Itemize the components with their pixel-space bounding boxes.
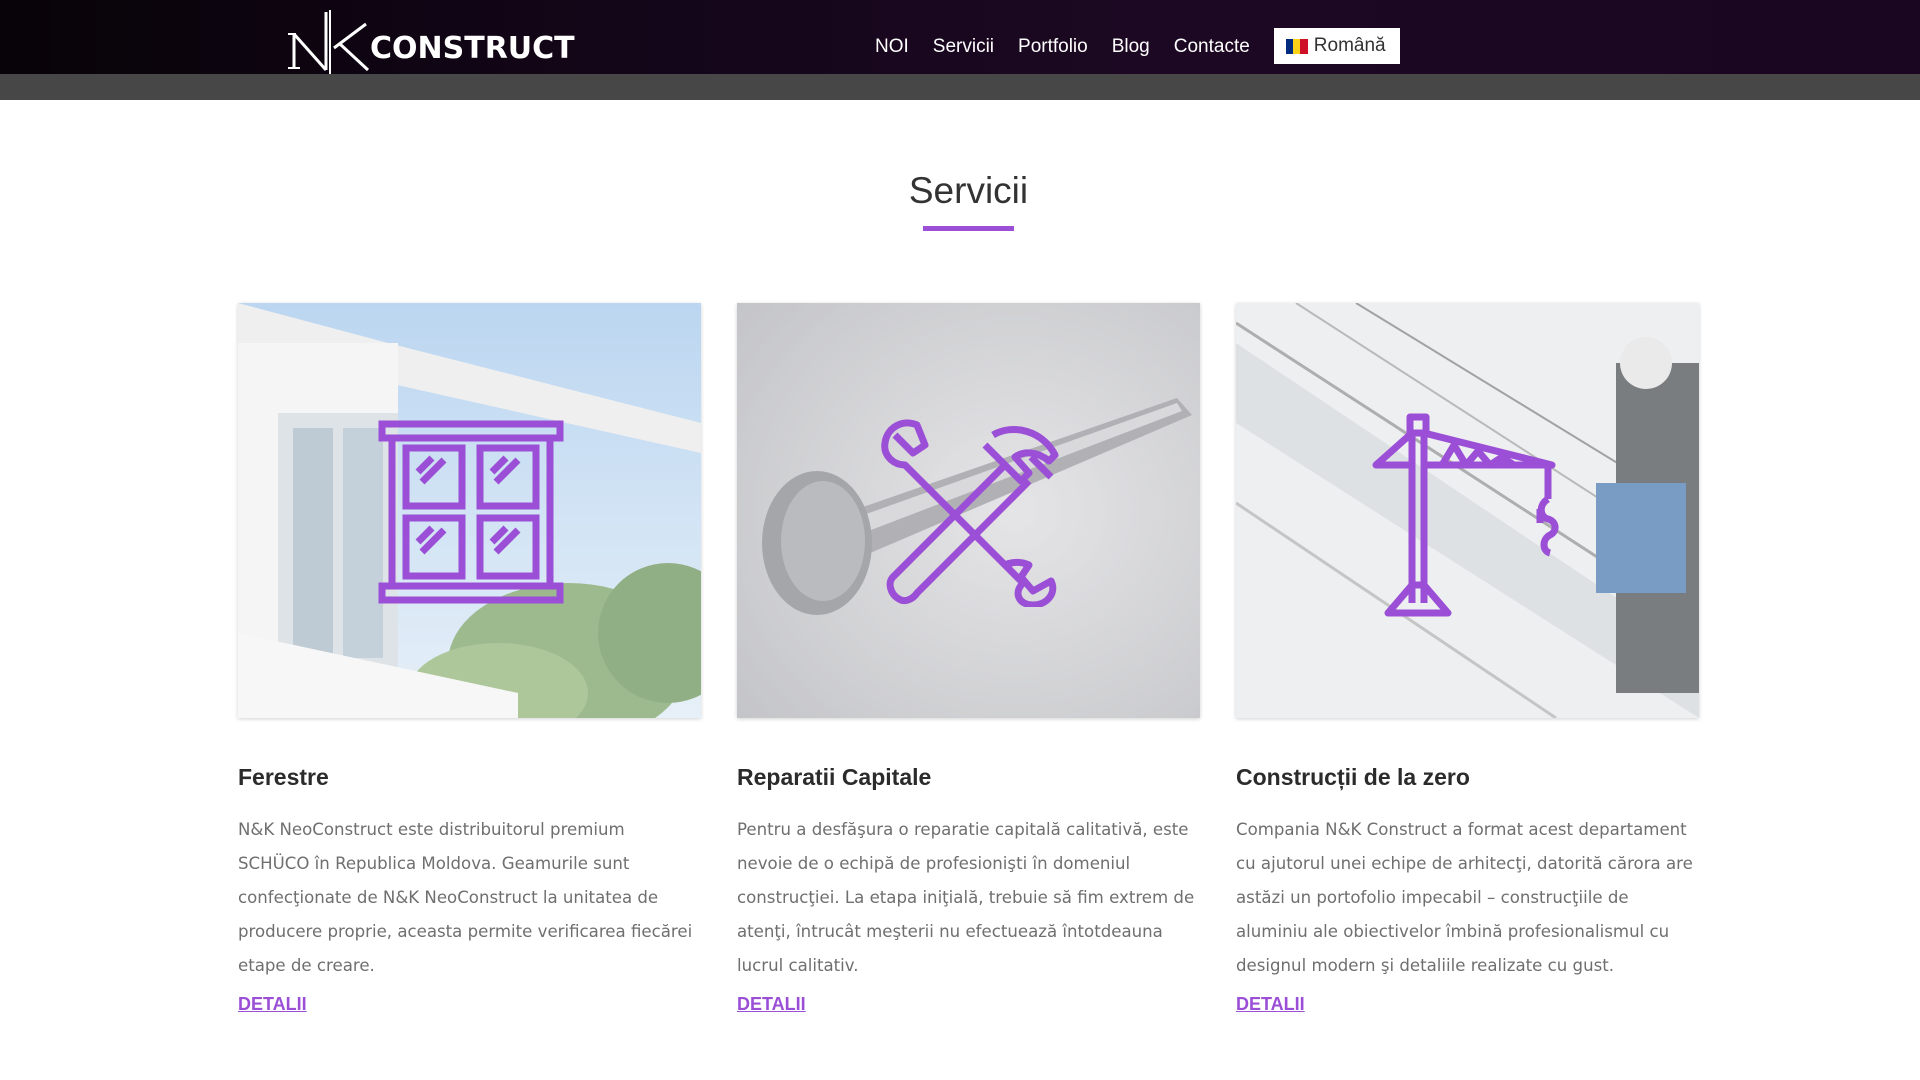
crane-icon [1372, 413, 1559, 617]
card-image[interactable] [737, 303, 1200, 718]
title-underline [923, 226, 1014, 231]
card-image[interactable] [238, 303, 701, 718]
header-subbar [0, 74, 1920, 100]
language-selector[interactable]: Română [1273, 28, 1400, 64]
main-nav: NOI Servicii Portfolio Blog Contacte Rom… [875, 28, 1400, 64]
site-header: CONSTRUCT NOI Servicii Portfolio Blog Co… [0, 0, 1920, 96]
section-title: Servicii [908, 170, 1029, 211]
nav-item-noi[interactable]: NOI [875, 35, 909, 59]
card-title: Reparatii Capitale [737, 764, 932, 790]
card-description: N&K NeoConstruct este distribuitorul pre… [238, 820, 693, 975]
logo-text: CONSTRUCT [370, 31, 575, 66]
nav-item-contacte[interactable]: Contacte [1174, 35, 1250, 59]
service-card-constructii: Construcții de la zero Compania N&K Cons… [1236, 303, 1699, 1015]
language-label: Română [1313, 35, 1386, 56]
details-link[interactable]: DETALII [238, 994, 307, 1015]
nav-item-blog[interactable]: Blog [1112, 35, 1150, 59]
card-description: Compania N&K Construct a format acest de… [1236, 820, 1693, 975]
details-link[interactable]: DETALII [1236, 994, 1305, 1015]
service-card-reparatii: Reparatii Capitale Pentru a desfăşura o … [737, 303, 1200, 1015]
details-link[interactable]: DETALII [737, 994, 806, 1015]
card-description: Pentru a desfăşura o reparatie capitală … [737, 820, 1195, 975]
nav-item-portfolio[interactable]: Portfolio [1018, 35, 1088, 59]
nav-item-servicii[interactable]: Servicii [933, 35, 994, 59]
service-card-ferestre: Ferestre N&K NeoConstruct este distribui… [238, 303, 701, 1015]
card-image[interactable] [1236, 303, 1699, 718]
card-title: Construcții de la zero [1236, 764, 1470, 790]
card-title: Ferestre [238, 764, 329, 790]
romania-flag-icon [1285, 38, 1308, 54]
window-icon [378, 420, 564, 604]
hammer-wrench-icon [881, 419, 1059, 607]
